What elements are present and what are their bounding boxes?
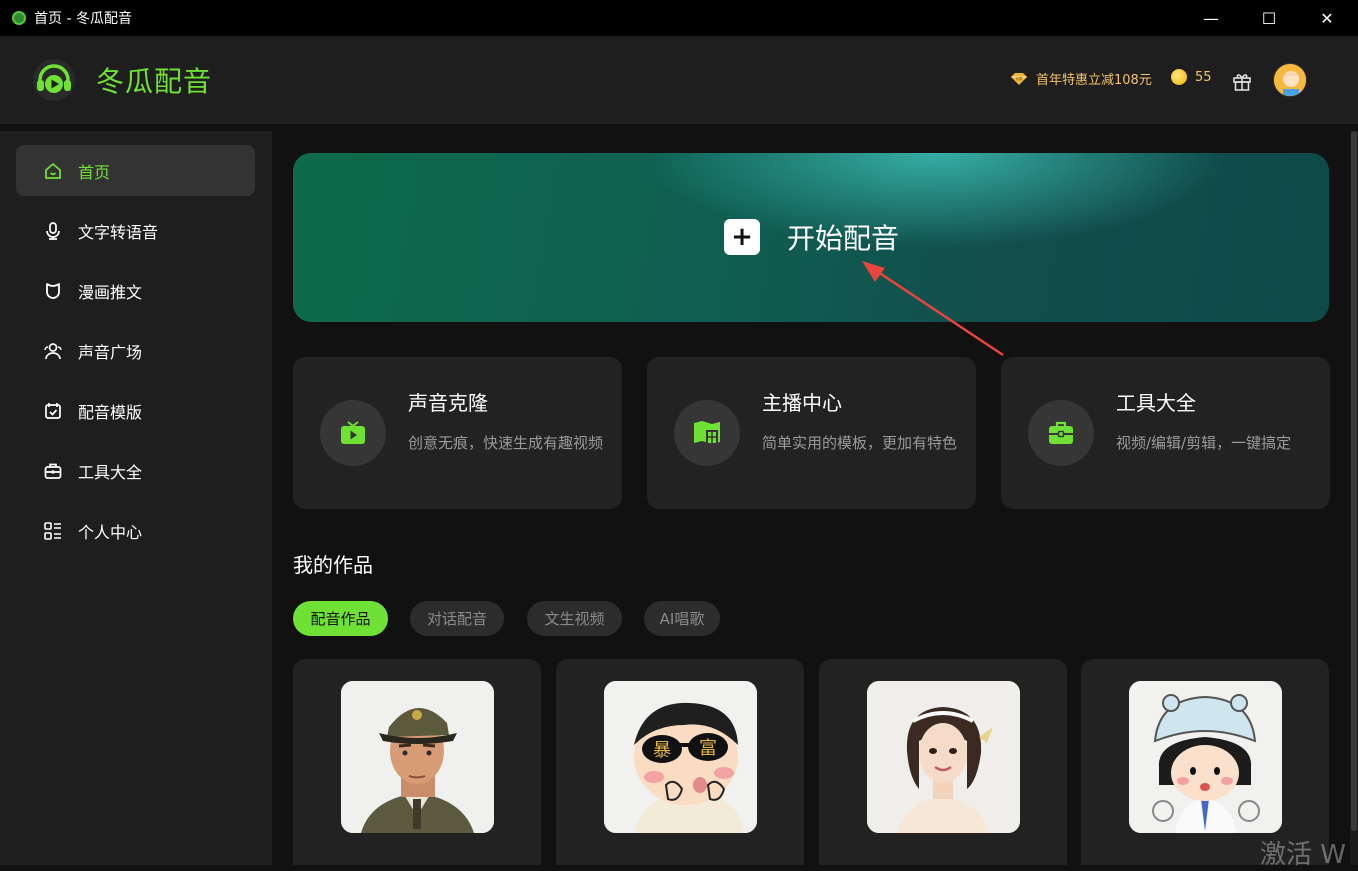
toolbox-icon <box>42 460 64 482</box>
microphone-icon <box>42 220 64 242</box>
sidebar-item-label: 个人中心 <box>78 522 143 542</box>
feature-title: 主播中心 <box>762 391 842 415</box>
title-bar: 首页 - 冬瓜配音 — ☐ ✕ <box>0 0 1358 36</box>
plus-icon: + <box>724 219 760 255</box>
coin-count: 55 <box>1195 69 1212 85</box>
feature-card-tools[interactable]: 工具大全 视频/编辑/剪辑，一键搞定 <box>1001 357 1330 509</box>
work-card[interactable] <box>819 659 1067 865</box>
promo-badge[interactable]: VIP 首年特惠立减108元 <box>1010 69 1152 88</box>
sidebar-item-home[interactable]: 首页 <box>16 145 255 196</box>
avatar-face-icon <box>1274 64 1306 96</box>
sidebar-item-comic[interactable]: 漫画推文 <box>16 265 255 316</box>
girl-avatar <box>867 681 1020 833</box>
tab-dubbing-works[interactable]: 配音作品 <box>293 601 388 636</box>
cartoon-boy-sunglasses-avatar: 暴 富 <box>604 681 757 833</box>
sidebar-item-voice-square[interactable]: 声音广场 <box>16 325 255 376</box>
home-icon <box>42 160 64 182</box>
main-scrollbar[interactable] <box>1350 131 1358 865</box>
minimize-button[interactable]: — <box>1182 0 1240 36</box>
feature-card-voice-clone[interactable]: 声音克隆 创意无痕，快速生成有趣视频 <box>293 357 622 509</box>
sidebar-item-label: 配音模版 <box>78 402 143 422</box>
maximize-button[interactable]: ☐ <box>1240 0 1298 36</box>
users-icon <box>42 340 64 362</box>
my-works-title: 我的作品 <box>293 553 373 577</box>
officer-avatar <box>341 681 494 833</box>
tab-text-to-video[interactable]: 文生视频 <box>527 601 622 636</box>
gift-icon[interactable] <box>1231 70 1253 92</box>
scrollbar-thumb[interactable] <box>1351 131 1357 831</box>
brand-name: 冬瓜配音 <box>96 65 213 98</box>
user-avatar[interactable] <box>1273 63 1307 97</box>
promo-text: 首年特惠立减108元 <box>1036 73 1152 88</box>
start-dubbing-banner[interactable]: + 开始配音 <box>293 153 1329 322</box>
feature-title: 工具大全 <box>1116 391 1196 415</box>
feature-description: 简单实用的模板，更加有特色 <box>762 434 958 452</box>
feature-description: 创意无痕，快速生成有趣视频 <box>408 434 604 452</box>
sidebar-item-label: 工具大全 <box>78 462 143 482</box>
sidebar-item-tts[interactable]: 文字转语音 <box>16 205 255 256</box>
coin-balance[interactable]: 55 <box>1171 69 1212 85</box>
coin-icon <box>1171 69 1187 85</box>
sunglasses-text-left: 暴 <box>653 740 671 761</box>
briefcase-icon <box>1028 400 1094 466</box>
work-card[interactable] <box>293 659 541 865</box>
window-title: 首页 - 冬瓜配音 <box>34 11 132 27</box>
headphones-play-logo[interactable] <box>32 58 76 102</box>
feature-title: 声音克隆 <box>408 391 488 415</box>
sidebar-item-profile[interactable]: 个人中心 <box>16 505 255 556</box>
sidebar-item-label: 声音广场 <box>78 342 143 362</box>
sunglasses-text-right: 富 <box>699 738 717 759</box>
app-icon <box>12 11 26 25</box>
activation-watermark: 激活 W <box>1260 840 1346 870</box>
diamond-vip-icon: VIP <box>1011 72 1027 85</box>
bear-icon <box>42 280 64 302</box>
profile-list-icon <box>42 520 64 542</box>
cartoon-girl-helmet-avatar <box>1129 681 1282 833</box>
feature-description: 视频/编辑/剪辑，一键搞定 <box>1116 434 1292 452</box>
template-check-icon <box>42 400 64 422</box>
building-icon <box>674 400 740 466</box>
tv-play-icon <box>320 400 386 466</box>
feature-card-anchor-center[interactable]: 主播中心 简单实用的模板，更加有特色 <box>647 357 976 509</box>
start-dubbing-label: 开始配音 <box>787 222 900 255</box>
sidebar-item-label: 漫画推文 <box>78 282 143 302</box>
tab-ai-singing[interactable]: AI唱歌 <box>644 601 720 636</box>
app-header: 冬瓜配音 VIP 首年特惠立减108元 55 <box>0 36 1358 124</box>
close-button[interactable]: ✕ <box>1298 0 1356 36</box>
sidebar-item-templates[interactable]: 配音模版 <box>16 385 255 436</box>
sidebar-item-label: 文字转语音 <box>78 222 159 242</box>
sidebar-item-label: 首页 <box>78 162 111 182</box>
tab-dialogue-dubbing[interactable]: 对话配音 <box>410 601 504 636</box>
svg-text:VIP: VIP <box>1016 76 1023 81</box>
work-card[interactable]: 暴 富 <box>556 659 804 865</box>
sidebar-item-tools[interactable]: 工具大全 <box>16 445 255 496</box>
